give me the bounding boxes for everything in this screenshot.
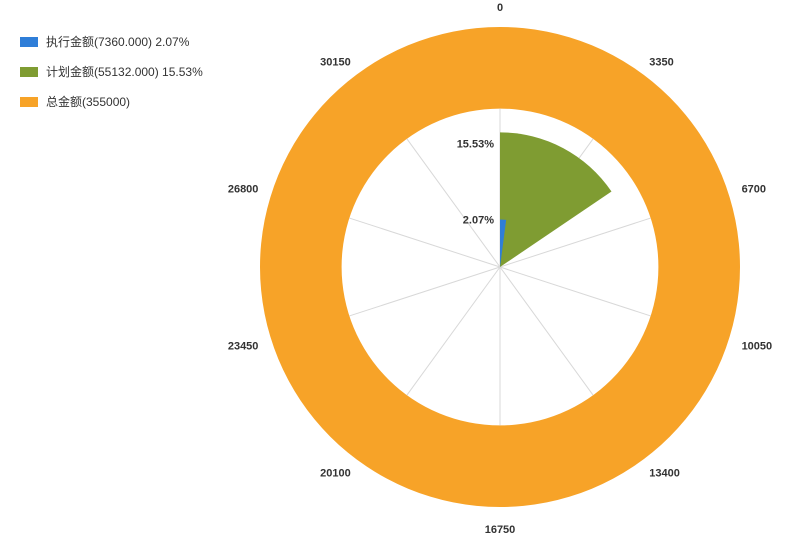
polar-chart-svg: 0 3350 6700 10050 13400 16750 20100 23450 26800 3… bbox=[220, 0, 800, 534]
axis-tick-label: 0 bbox=[497, 2, 503, 14]
legend-item[interactable]: 执行金额(7360.000) 2.07% bbox=[20, 36, 203, 48]
axis-tick-label: 23450 bbox=[228, 340, 259, 352]
axis-tick-label: 26800 bbox=[228, 184, 259, 196]
axis-tick-label: 20100 bbox=[320, 467, 351, 479]
chart-stage: 执行金额(7360.000) 2.07% 计划金额(55132.000) 15.… bbox=[0, 0, 800, 534]
axis-tick-label: 13400 bbox=[649, 467, 680, 479]
axis-tick-label: 30150 bbox=[320, 57, 351, 69]
legend-swatch-icon bbox=[20, 67, 38, 77]
legend-swatch-icon bbox=[20, 97, 38, 107]
polar-chart: 0 3350 6700 10050 13400 16750 20100 23450 26800 3… bbox=[220, 0, 800, 534]
legend: 执行金额(7360.000) 2.07% 计划金额(55132.000) 15.… bbox=[20, 36, 203, 126]
series-percent-label: 2.07% bbox=[463, 214, 494, 226]
axis-tick-label: 10050 bbox=[742, 340, 773, 352]
axis-tick-label: 16750 bbox=[485, 524, 516, 534]
legend-swatch-icon bbox=[20, 37, 38, 47]
axis-tick-label: 6700 bbox=[742, 184, 766, 196]
legend-item[interactable]: 总金额(355000) bbox=[20, 96, 203, 108]
axis-tick-label: 3350 bbox=[649, 57, 673, 69]
legend-label: 计划金额(55132.000) 15.53% bbox=[46, 66, 203, 78]
legend-label: 总金额(355000) bbox=[46, 96, 130, 108]
legend-label: 执行金额(7360.000) 2.07% bbox=[46, 36, 189, 48]
series-percent-label: 15.53% bbox=[457, 138, 495, 150]
legend-item[interactable]: 计划金额(55132.000) 15.53% bbox=[20, 66, 203, 78]
